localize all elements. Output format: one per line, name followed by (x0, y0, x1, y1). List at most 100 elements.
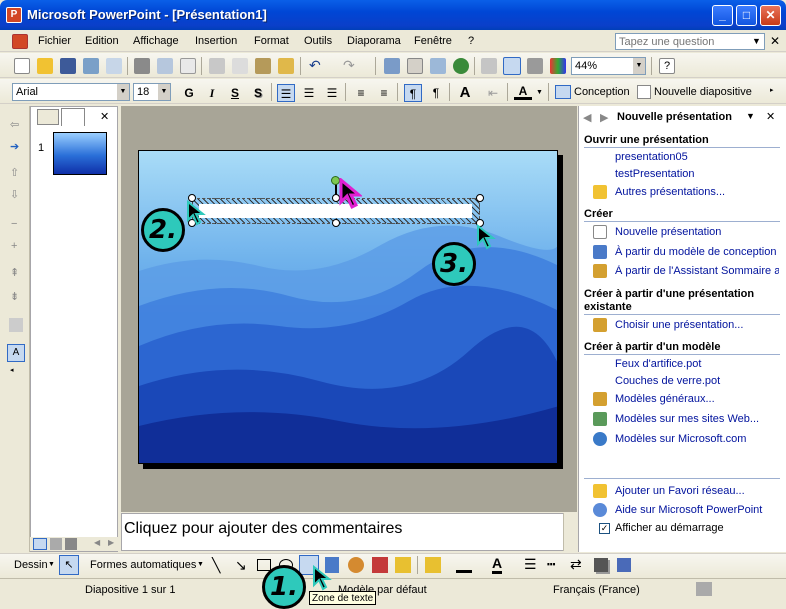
task-pane-close-icon[interactable]: ✕ (766, 110, 775, 123)
tables-borders-icon[interactable] (430, 58, 446, 74)
undo-icon[interactable]: ↶ (309, 57, 321, 74)
autocontent-wizard-link[interactable]: À partir de l'Assistant Sommaire au (615, 265, 779, 277)
autoshapes-menu[interactable]: Formes automatiques (90, 559, 196, 571)
expand-icon[interactable]: + (11, 240, 17, 252)
menu-fenetre[interactable]: Fenêtre (414, 35, 452, 47)
font-size-dropdown-icon[interactable]: ▼ (158, 84, 170, 100)
dash-style-icon[interactable]: ┅ (547, 556, 555, 573)
document-icon[interactable] (12, 34, 28, 49)
collapse-icon[interactable]: − (11, 218, 17, 230)
insert-table-icon[interactable] (407, 58, 423, 74)
fill-color-icon[interactable] (425, 557, 441, 573)
demote-icon[interactable]: ➔ (10, 140, 19, 153)
insert-picture-icon[interactable] (395, 557, 411, 573)
close-button[interactable]: ✕ (760, 5, 781, 26)
color-grayscale-icon[interactable] (550, 58, 566, 74)
scroll-right-icon[interactable]: ▶ (108, 538, 114, 547)
expand-all-icon[interactable] (481, 58, 497, 74)
insert-chart-icon[interactable] (384, 58, 400, 74)
task-pane-menu-icon[interactable]: ▼ (746, 111, 755, 121)
print-icon[interactable] (134, 58, 150, 74)
outline-options-icon[interactable]: ◂ (10, 366, 14, 374)
arrow-style-icon[interactable]: ⇄ (570, 556, 582, 573)
summary-slide-icon[interactable] (9, 318, 23, 332)
move-down-icon[interactable]: ⇩ (10, 188, 19, 201)
template-link[interactable]: Couches de verre.pot (615, 375, 720, 387)
redo-icon[interactable]: ↷ (343, 57, 355, 74)
back-icon[interactable]: ◀ (583, 111, 591, 124)
text-box-content[interactable] (199, 204, 472, 218)
menu-help[interactable]: ? (468, 35, 474, 47)
ask-question-input[interactable] (615, 33, 765, 50)
arrow-icon[interactable]: ↘ (235, 557, 247, 574)
tab-outline[interactable] (37, 109, 59, 125)
align-center-button[interactable]: ☰ (300, 84, 318, 102)
underline-button[interactable]: S (226, 84, 244, 102)
maximize-button[interactable]: □ (736, 5, 757, 26)
show-formatting-outline-icon[interactable]: A (7, 344, 25, 362)
email-icon[interactable] (106, 58, 122, 74)
powerpoint-app-icon[interactable]: P (6, 7, 22, 23)
slide-sorter-view-icon[interactable] (50, 538, 62, 550)
microsoft-templates-link[interactable]: Modèles sur Microsoft.com (615, 433, 746, 445)
choose-presentation-link[interactable]: Choisir une présentation... (615, 319, 743, 331)
spelling-status-icon[interactable] (696, 582, 712, 596)
help-icon[interactable]: ? (659, 58, 675, 74)
save-icon[interactable] (60, 58, 76, 74)
recent-file-link[interactable]: testPresentation (615, 168, 695, 180)
menu-affichage[interactable]: Affichage (133, 35, 179, 47)
slideshow-view-icon[interactable] (65, 538, 77, 550)
help-link[interactable]: Aide sur Microsoft PowerPoint (615, 504, 762, 516)
draw-dropdown-icon[interactable]: ▼ (48, 561, 55, 568)
font-dropdown-icon[interactable]: ▼ (117, 84, 129, 100)
add-network-place-link[interactable]: Ajouter un Favori réseau... (615, 485, 745, 497)
right-to-left-button[interactable]: ¶ (427, 84, 445, 102)
print-preview-icon[interactable] (157, 58, 173, 74)
clip-art-icon[interactable] (372, 557, 388, 573)
show-grid-icon[interactable] (527, 58, 543, 74)
copy-icon[interactable] (232, 58, 248, 74)
font-color-button[interactable]: A (514, 82, 532, 100)
format-painter-icon[interactable] (278, 58, 294, 74)
recent-file-link[interactable]: presentation05 (615, 151, 688, 163)
line-color-icon[interactable] (456, 557, 472, 573)
draw-menu[interactable]: Dessin (14, 559, 48, 571)
line-style-icon[interactable]: ☰ (524, 556, 537, 573)
italic-button[interactable]: I (203, 84, 221, 102)
bold-button[interactable]: G (180, 84, 198, 102)
ask-dropdown-icon[interactable]: ▼ (752, 36, 761, 46)
menu-outils[interactable]: Outils (304, 35, 332, 47)
notes-field[interactable]: Cliquez pour ajouter des commentaires (121, 513, 577, 551)
resize-handle[interactable] (332, 219, 340, 227)
resize-handle[interactable] (476, 194, 484, 202)
toolbar-options-icon[interactable]: ▸ (770, 86, 774, 94)
new-slide-button[interactable]: Nouvelle diapositive (654, 86, 752, 98)
show-at-startup-checkbox[interactable]: ✓ (599, 523, 610, 534)
font-combo[interactable]: Arial ▼ (12, 83, 130, 101)
paste-icon[interactable] (255, 58, 271, 74)
align-left-button[interactable]: ☰ (277, 84, 295, 102)
minimize-button[interactable]: _ (712, 5, 733, 26)
promote-icon[interactable]: ⇦ (10, 118, 19, 131)
left-to-right-button[interactable]: ¶ (404, 84, 422, 102)
bullets-button[interactable]: ≡ (375, 84, 393, 102)
open-icon[interactable] (37, 58, 53, 74)
align-right-button[interactable]: ☰ (323, 84, 341, 102)
collapse-all-icon[interactable]: ⇞ (10, 266, 19, 279)
design-button[interactable]: Conception (574, 86, 630, 98)
spelling-icon[interactable] (180, 58, 196, 74)
cut-icon[interactable] (209, 58, 225, 74)
menu-insertion[interactable]: Insertion (195, 35, 237, 47)
close-pane-icon[interactable]: ✕ (100, 110, 109, 123)
font-size-combo[interactable]: 18 ▼ (133, 83, 171, 101)
decrease-indent-button[interactable]: ⇤ (484, 84, 502, 102)
font-color-draw-icon[interactable]: A (492, 555, 503, 574)
expand-all-outline-icon[interactable]: ⇟ (10, 290, 19, 303)
3d-style-icon[interactable] (617, 558, 631, 572)
normal-view-icon[interactable] (33, 538, 47, 550)
zoom-dropdown-icon[interactable]: ▼ (633, 58, 645, 74)
line-icon[interactable]: ╲ (212, 557, 220, 574)
slide-thumbnail[interactable] (53, 132, 107, 175)
scroll-left-icon[interactable]: ◀ (94, 538, 100, 547)
insert-hyperlink-icon[interactable] (453, 58, 469, 74)
